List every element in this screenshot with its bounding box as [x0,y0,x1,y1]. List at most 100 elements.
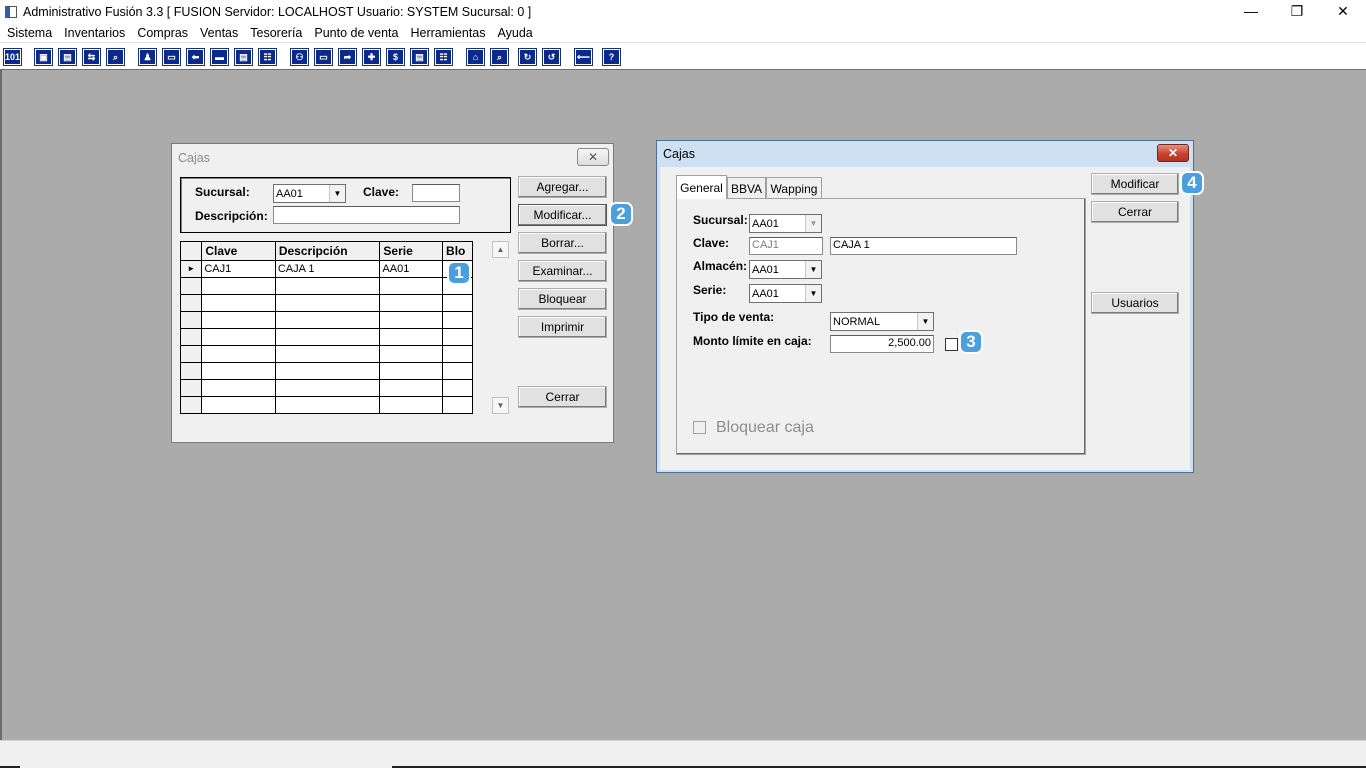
toolbar-button-10[interactable]: ▤ [234,48,253,66]
table-row[interactable] [181,294,473,312]
menu-inventarios[interactable]: Inventarios [58,26,131,40]
toolbar-button-1[interactable]: 101 [3,48,22,66]
menu-ayuda[interactable]: Ayuda [492,26,539,40]
table-row[interactable] [181,277,473,295]
toolbar-button-2[interactable]: ▣ [34,48,53,66]
toolbar-button-17[interactable]: ▤ [410,48,429,66]
sucursal-label: Sucursal: [693,213,748,227]
tipo-venta-label: Tipo de venta: [693,310,775,324]
toolbar-button-9[interactable]: ▬ [210,48,229,66]
toolbar-button-13[interactable]: ▭ [314,48,333,66]
serie-select[interactable]: AA01 ▼ [749,284,822,303]
examinar-button[interactable]: Examinar... [518,260,607,282]
borrar-button[interactable]: Borrar... [518,232,607,254]
column-serie[interactable]: Serie [379,242,444,261]
agregar-button[interactable]: Agregar... [518,176,607,198]
table-row[interactable] [181,396,473,414]
table-row[interactable] [181,379,473,397]
filter-panel: Sucursal: AA01 ▼ Clave: Descripción: [180,177,511,233]
tab-bbva[interactable]: BBVA [727,177,766,199]
toolbar-button-21[interactable]: ↻ [518,48,537,66]
menu-compras[interactable]: Compras [131,26,194,40]
menu-punto-de-venta[interactable]: Punto de venta [308,26,404,40]
toolbar-button-14[interactable]: ➦ [338,48,357,66]
monto-limite-label: Monto límite en caja: [693,334,812,348]
almacen-label: Almacén: [693,259,748,273]
almacen-select[interactable]: AA01 ▼ [749,260,822,279]
cerrar-button[interactable]: Cerrar [518,386,607,408]
toolbar-button-24[interactable]: ? [602,48,621,66]
descripcion-input[interactable] [273,206,460,224]
toolbar-button-23[interactable]: ⟵ [574,48,593,66]
tipo-venta-select[interactable]: NORMAL ▼ [830,312,934,331]
column-bloqueo[interactable]: Blo [442,242,473,261]
cajas-detail-window: Cajas ✕ General BBVA Wapping Sucursal: A… [656,140,1194,473]
cell-serie[interactable]: AA01 [379,260,444,278]
close-icon[interactable]: ✕ [1320,0,1366,22]
export-icon: ➦ [340,50,355,64]
toolbar-button-16[interactable]: $ [386,48,405,66]
clave-label: Clave: [363,185,400,199]
table-row[interactable] [181,362,473,380]
bloquear-button[interactable]: Bloquear [518,288,607,310]
grid-scrollbar[interactable]: ▲ ▼ [492,241,509,414]
toolbar-button-6[interactable]: ♟ [138,48,157,66]
toolbar-button-8[interactable]: ⬅ [186,48,205,66]
toolbar-button-4[interactable]: ⇆ [82,48,101,66]
toolbar-button-22[interactable]: ↺ [542,48,561,66]
clave-input[interactable] [412,184,460,202]
monto-limite-checkbox[interactable] [945,338,958,351]
toolbar-button-18[interactable]: ☷ [434,48,453,66]
status-bar [0,740,1366,768]
modificar-button[interactable]: Modificar... [518,204,607,226]
menu-tesoreria[interactable]: Tesorería [244,26,308,40]
table-icon: ☷ [436,50,451,64]
toolbar-button-11[interactable]: ☷ [258,48,277,66]
toolbar-button-7[interactable]: ▭ [162,48,181,66]
toolbar-button-5[interactable]: ⌕ [106,48,125,66]
table-row[interactable] [181,311,473,329]
cell-clave[interactable]: CAJ1 [201,260,276,278]
menu-sistema[interactable]: Sistema [1,26,58,40]
transfer-icon: ⇆ [84,50,99,64]
column-clave[interactable]: Clave [201,242,276,261]
scroll-down-icon[interactable]: ▼ [492,397,509,414]
restore-icon[interactable]: ❐ [1274,0,1320,22]
table-row[interactable] [181,345,473,363]
monto-limite-input[interactable]: 2,500.00 [830,335,934,353]
toolbar-button-15[interactable]: ✚ [362,48,381,66]
cerrar-button[interactable]: Cerrar [1091,201,1179,223]
window-controls: — ❐ ✕ [1228,0,1366,24]
close-icon[interactable]: ✕ [1157,144,1189,162]
table-row[interactable]: ► CAJ1 CAJA 1 AA01 [181,260,473,278]
minimize-icon[interactable]: — [1228,0,1274,22]
tab-wapping[interactable]: Wapping [766,177,822,199]
descripcion-label: Descripción: [195,209,268,223]
arrow-left-icon: ⬅ [188,50,203,64]
toolbar-button-20[interactable]: ⌕ [490,48,509,66]
home-icon: ⌂ [468,50,483,64]
clave-descripcion-input[interactable]: CAJA 1 [830,237,1017,255]
close-icon[interactable]: ✕ [577,148,609,166]
grid-header: Clave Descripción Serie Blo [181,242,473,261]
zoom-icon: ⌕ [492,50,507,64]
serie-value: AA01 [752,287,779,300]
menu-herramientas[interactable]: Herramientas [404,26,491,40]
menu-ventas[interactable]: Ventas [194,26,244,40]
cajas-list-window: Cajas ✕ Sucursal: AA01 ▼ Clave: Descripc… [171,143,614,443]
callout-badge-3: 3 [959,330,983,354]
table-row[interactable] [181,328,473,346]
toolbar-button-3[interactable]: ▤ [58,48,77,66]
toolbar-button-19[interactable]: ⌂ [466,48,485,66]
refresh-icon: ↻ [520,50,535,64]
tab-general[interactable]: General [676,175,727,199]
cell-descripcion[interactable]: CAJA 1 [275,260,381,278]
imprimir-button[interactable]: Imprimir [518,316,607,338]
scroll-up-icon[interactable]: ▲ [492,241,509,258]
column-descripcion[interactable]: Descripción [275,242,381,261]
toolbar-button-12[interactable]: ⚇ [290,48,309,66]
box-icon: ▭ [316,50,331,64]
sucursal-select[interactable]: AA01 ▼ [273,184,346,203]
modificar-button[interactable]: Modificar [1091,173,1179,195]
usuarios-button[interactable]: Usuarios [1091,292,1179,314]
